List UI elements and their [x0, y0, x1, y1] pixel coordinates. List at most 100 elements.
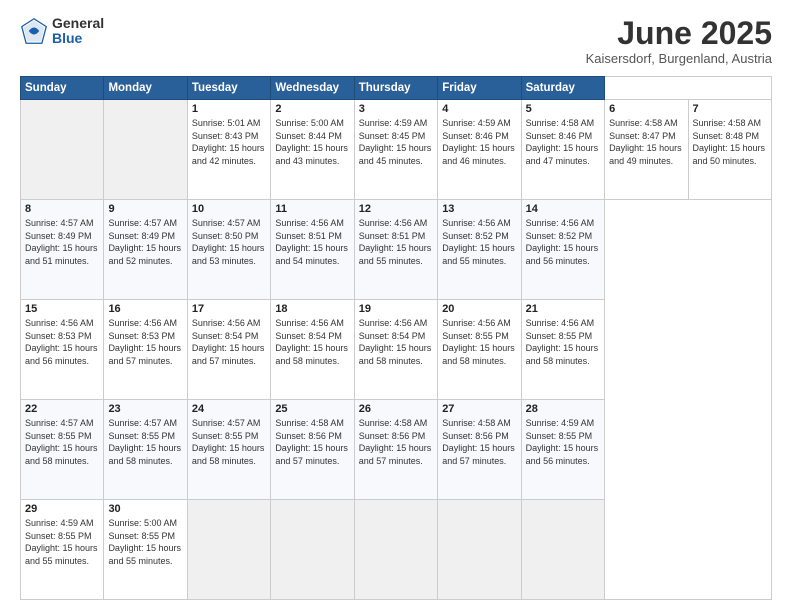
- day-number: 28: [526, 403, 600, 415]
- day-number: 18: [275, 303, 349, 315]
- day-info: Sunrise: 4:58 AM Sunset: 8:56 PM Dayligh…: [442, 417, 516, 467]
- weekday-header-friday: Friday: [438, 77, 521, 100]
- page: General Blue June 2025 Kaisersdorf, Burg…: [0, 0, 792, 612]
- day-info: Sunrise: 4:59 AM Sunset: 8:46 PM Dayligh…: [442, 117, 516, 167]
- day-number: 25: [275, 403, 349, 415]
- day-info: Sunrise: 4:56 AM Sunset: 8:52 PM Dayligh…: [526, 217, 600, 267]
- day-number: 6: [609, 103, 683, 115]
- day-info: Sunrise: 4:56 AM Sunset: 8:55 PM Dayligh…: [442, 317, 516, 367]
- calendar-cell: [521, 500, 604, 600]
- day-info: Sunrise: 4:57 AM Sunset: 8:50 PM Dayligh…: [192, 217, 266, 267]
- day-number: 9: [108, 203, 182, 215]
- day-number: 2: [275, 103, 349, 115]
- calendar-week-row-2: 8 Sunrise: 4:57 AM Sunset: 8:49 PM Dayli…: [21, 200, 772, 300]
- calendar-cell: [438, 500, 521, 600]
- day-number: 7: [693, 103, 768, 115]
- calendar-cell: 10 Sunrise: 4:57 AM Sunset: 8:50 PM Dayl…: [187, 200, 270, 300]
- calendar-cell: 11 Sunrise: 4:56 AM Sunset: 8:51 PM Dayl…: [271, 200, 354, 300]
- day-info: Sunrise: 4:56 AM Sunset: 8:53 PM Dayligh…: [108, 317, 182, 367]
- calendar-cell: [187, 500, 270, 600]
- day-info: Sunrise: 4:58 AM Sunset: 8:46 PM Dayligh…: [526, 117, 600, 167]
- calendar-cell: 8 Sunrise: 4:57 AM Sunset: 8:49 PM Dayli…: [21, 200, 104, 300]
- day-info: Sunrise: 4:58 AM Sunset: 8:56 PM Dayligh…: [275, 417, 349, 467]
- day-number: 5: [526, 103, 600, 115]
- day-info: Sunrise: 5:00 AM Sunset: 8:44 PM Dayligh…: [275, 117, 349, 167]
- day-number: 3: [359, 103, 433, 115]
- day-info: Sunrise: 4:56 AM Sunset: 8:55 PM Dayligh…: [526, 317, 600, 367]
- day-number: 26: [359, 403, 433, 415]
- logo: General Blue: [20, 16, 104, 47]
- location-subtitle: Kaisersdorf, Burgenland, Austria: [586, 51, 772, 66]
- calendar-cell: 28 Sunrise: 4:59 AM Sunset: 8:55 PM Dayl…: [521, 400, 604, 500]
- day-number: 16: [108, 303, 182, 315]
- day-number: 22: [25, 403, 99, 415]
- day-info: Sunrise: 4:59 AM Sunset: 8:45 PM Dayligh…: [359, 117, 433, 167]
- weekday-header-monday: Monday: [104, 77, 187, 100]
- logo-general-label: General: [52, 16, 104, 31]
- day-number: 27: [442, 403, 516, 415]
- weekday-header-saturday: Saturday: [521, 77, 604, 100]
- day-number: 10: [192, 203, 266, 215]
- day-info: Sunrise: 4:57 AM Sunset: 8:49 PM Dayligh…: [108, 217, 182, 267]
- calendar-cell: 26 Sunrise: 4:58 AM Sunset: 8:56 PM Dayl…: [354, 400, 437, 500]
- calendar-cell: 13 Sunrise: 4:56 AM Sunset: 8:52 PM Dayl…: [438, 200, 521, 300]
- day-number: 23: [108, 403, 182, 415]
- calendar-cell: 29 Sunrise: 4:59 AM Sunset: 8:55 PM Dayl…: [21, 500, 104, 600]
- calendar-cell: 19 Sunrise: 4:56 AM Sunset: 8:54 PM Dayl…: [354, 300, 437, 400]
- month-title: June 2025: [586, 16, 772, 51]
- calendar-week-row-4: 22 Sunrise: 4:57 AM Sunset: 8:55 PM Dayl…: [21, 400, 772, 500]
- calendar-cell: 1 Sunrise: 5:01 AM Sunset: 8:43 PM Dayli…: [187, 100, 270, 200]
- weekday-header-tuesday: Tuesday: [187, 77, 270, 100]
- day-number: 13: [442, 203, 516, 215]
- day-info: Sunrise: 4:57 AM Sunset: 8:49 PM Dayligh…: [25, 217, 99, 267]
- calendar-cell: [21, 100, 104, 200]
- day-number: 11: [275, 203, 349, 215]
- weekday-header-row: SundayMondayTuesdayWednesdayThursdayFrid…: [21, 77, 772, 100]
- calendar-cell: [354, 500, 437, 600]
- calendar-cell: 4 Sunrise: 4:59 AM Sunset: 8:46 PM Dayli…: [438, 100, 521, 200]
- weekday-header-sunday: Sunday: [21, 77, 104, 100]
- day-info: Sunrise: 5:00 AM Sunset: 8:55 PM Dayligh…: [108, 517, 182, 567]
- day-info: Sunrise: 4:56 AM Sunset: 8:54 PM Dayligh…: [275, 317, 349, 367]
- calendar-cell: 24 Sunrise: 4:57 AM Sunset: 8:55 PM Dayl…: [187, 400, 270, 500]
- weekday-header-wednesday: Wednesday: [271, 77, 354, 100]
- calendar-week-row-1: 1 Sunrise: 5:01 AM Sunset: 8:43 PM Dayli…: [21, 100, 772, 200]
- day-info: Sunrise: 4:56 AM Sunset: 8:54 PM Dayligh…: [192, 317, 266, 367]
- calendar-week-row-5: 29 Sunrise: 4:59 AM Sunset: 8:55 PM Dayl…: [21, 500, 772, 600]
- calendar-week-row-3: 15 Sunrise: 4:56 AM Sunset: 8:53 PM Dayl…: [21, 300, 772, 400]
- calendar-cell: 25 Sunrise: 4:58 AM Sunset: 8:56 PM Dayl…: [271, 400, 354, 500]
- calendar-cell: 17 Sunrise: 4:56 AM Sunset: 8:54 PM Dayl…: [187, 300, 270, 400]
- calendar-cell: 15 Sunrise: 4:56 AM Sunset: 8:53 PM Dayl…: [21, 300, 104, 400]
- title-block: June 2025 Kaisersdorf, Burgenland, Austr…: [586, 16, 772, 66]
- calendar-cell: 3 Sunrise: 4:59 AM Sunset: 8:45 PM Dayli…: [354, 100, 437, 200]
- calendar-cell: 2 Sunrise: 5:00 AM Sunset: 8:44 PM Dayli…: [271, 100, 354, 200]
- calendar-cell: 21 Sunrise: 4:56 AM Sunset: 8:55 PM Dayl…: [521, 300, 604, 400]
- day-number: 1: [192, 103, 266, 115]
- calendar-cell: 9 Sunrise: 4:57 AM Sunset: 8:49 PM Dayli…: [104, 200, 187, 300]
- logo-text: General Blue: [52, 16, 104, 47]
- day-number: 21: [526, 303, 600, 315]
- day-info: Sunrise: 4:57 AM Sunset: 8:55 PM Dayligh…: [108, 417, 182, 467]
- day-number: 29: [25, 503, 99, 515]
- day-number: 15: [25, 303, 99, 315]
- day-info: Sunrise: 4:57 AM Sunset: 8:55 PM Dayligh…: [192, 417, 266, 467]
- calendar-cell: 23 Sunrise: 4:57 AM Sunset: 8:55 PM Dayl…: [104, 400, 187, 500]
- day-number: 20: [442, 303, 516, 315]
- calendar-cell: 16 Sunrise: 4:56 AM Sunset: 8:53 PM Dayl…: [104, 300, 187, 400]
- day-number: 17: [192, 303, 266, 315]
- header: General Blue June 2025 Kaisersdorf, Burg…: [20, 16, 772, 66]
- day-number: 14: [526, 203, 600, 215]
- day-number: 4: [442, 103, 516, 115]
- day-info: Sunrise: 4:59 AM Sunset: 8:55 PM Dayligh…: [25, 517, 99, 567]
- calendar-cell: 12 Sunrise: 4:56 AM Sunset: 8:51 PM Dayl…: [354, 200, 437, 300]
- calendar-cell: 7 Sunrise: 4:58 AM Sunset: 8:48 PM Dayli…: [688, 100, 772, 200]
- calendar-cell: 18 Sunrise: 4:56 AM Sunset: 8:54 PM Dayl…: [271, 300, 354, 400]
- calendar-cell: 5 Sunrise: 4:58 AM Sunset: 8:46 PM Dayli…: [521, 100, 604, 200]
- day-info: Sunrise: 4:56 AM Sunset: 8:52 PM Dayligh…: [442, 217, 516, 267]
- calendar-cell: 6 Sunrise: 4:58 AM Sunset: 8:47 PM Dayli…: [605, 100, 688, 200]
- day-info: Sunrise: 4:57 AM Sunset: 8:55 PM Dayligh…: [25, 417, 99, 467]
- calendar-cell: 20 Sunrise: 4:56 AM Sunset: 8:55 PM Dayl…: [438, 300, 521, 400]
- logo-icon: [20, 17, 48, 45]
- calendar-cell: 27 Sunrise: 4:58 AM Sunset: 8:56 PM Dayl…: [438, 400, 521, 500]
- weekday-header-thursday: Thursday: [354, 77, 437, 100]
